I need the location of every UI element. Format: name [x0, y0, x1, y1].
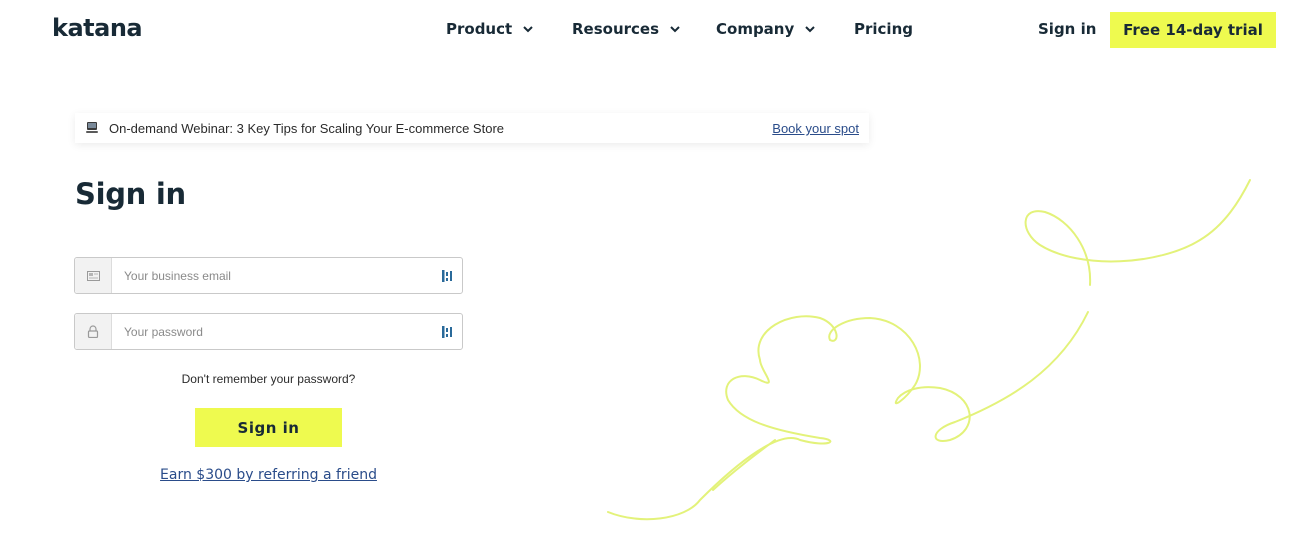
header-sign-in-link[interactable]: Sign in [1038, 20, 1096, 38]
nav-resources[interactable]: Resources [572, 20, 681, 38]
forgot-password-link[interactable]: Don't remember your password? [74, 372, 463, 386]
password-input[interactable] [112, 315, 436, 348]
katana-logo[interactable]: katana [52, 14, 143, 42]
decorative-swirl [607, 179, 1251, 521]
chevron-down-icon [523, 26, 533, 33]
chevron-down-icon [670, 26, 680, 33]
envelope-icon [75, 258, 112, 293]
sign-in-button[interactable]: Sign in [195, 408, 342, 447]
nav-product[interactable]: Product [446, 20, 534, 38]
email-field [74, 257, 463, 294]
nav-pricing-label: Pricing [854, 20, 913, 38]
password-field [74, 313, 463, 350]
nav-pricing[interactable]: Pricing [854, 20, 913, 38]
book-your-spot-link[interactable]: Book your spot [772, 121, 859, 136]
laptop-icon [85, 121, 99, 135]
banner-text: On-demand Webinar: 3 Key Tips for Scalin… [109, 120, 505, 136]
free-trial-button[interactable]: Free 14-day trial [1110, 12, 1276, 48]
lock-icon [75, 314, 112, 349]
password-manager-icon[interactable] [436, 269, 458, 283]
page-title: Sign in [75, 177, 186, 211]
referral-link[interactable]: Earn $300 by referring a friend [74, 467, 463, 483]
nav-company[interactable]: Company [716, 20, 816, 38]
nav-product-label: Product [446, 20, 513, 38]
nav-company-label: Company [716, 20, 795, 38]
password-manager-icon[interactable] [436, 325, 458, 339]
webinar-banner: On-demand Webinar: 3 Key Tips for Scalin… [75, 113, 869, 143]
chevron-down-icon [805, 26, 815, 33]
nav-resources-label: Resources [572, 20, 660, 38]
email-input[interactable] [112, 259, 436, 292]
